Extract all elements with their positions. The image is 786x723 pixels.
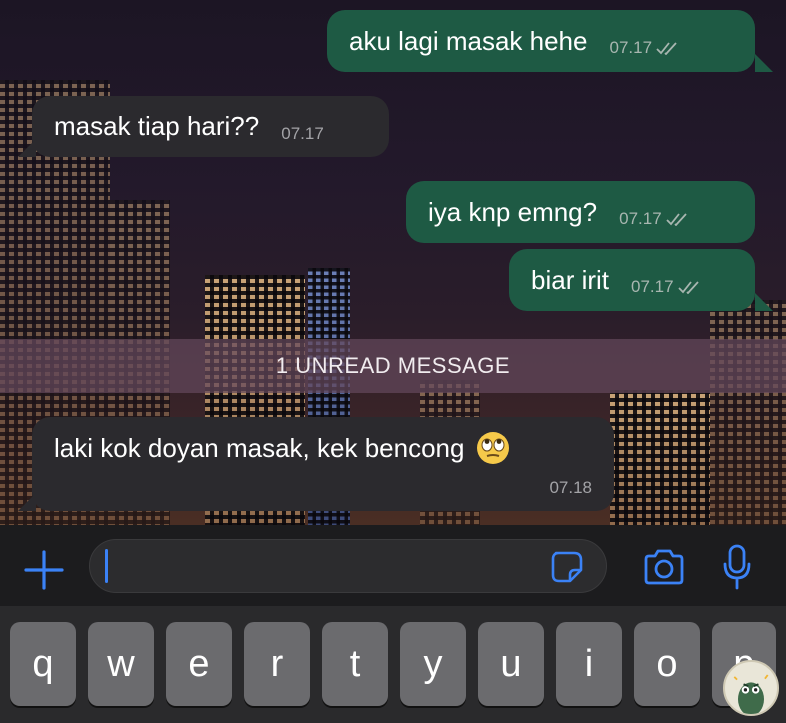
avatar[interactable] bbox=[723, 660, 779, 716]
rolling-eyes-emoji-icon bbox=[477, 432, 510, 464]
key-o[interactable]: o bbox=[634, 622, 700, 706]
key-label: e bbox=[188, 642, 210, 685]
key-q[interactable]: q bbox=[10, 622, 76, 706]
building bbox=[610, 390, 710, 525]
key-label: q bbox=[32, 642, 54, 685]
message-time: 07.17 bbox=[631, 277, 674, 296]
key-label: t bbox=[349, 642, 361, 685]
message-text: laki kok doyan masak, kek bencong bbox=[54, 432, 465, 463]
message-text: aku lagi masak hehe bbox=[349, 25, 588, 56]
camera-icon[interactable] bbox=[642, 547, 686, 587]
message-input[interactable] bbox=[89, 539, 607, 593]
key-label: i bbox=[584, 642, 594, 685]
message-text: iya knp emng? bbox=[428, 196, 598, 227]
message-time: 07.17 bbox=[609, 38, 653, 57]
key-r[interactable]: r bbox=[244, 622, 310, 706]
key-w[interactable]: w bbox=[88, 622, 154, 706]
message-bubble-incoming[interactable]: masak tiap hari?? 07.17 bbox=[32, 96, 389, 157]
key-label: r bbox=[270, 642, 284, 685]
message-bubble-incoming[interactable]: laki kok doyan masak, kek bencong 07.18 bbox=[32, 417, 614, 511]
message-time: 07.17 bbox=[619, 209, 662, 228]
key-t[interactable]: t bbox=[322, 622, 388, 706]
message-time: 07.17 bbox=[281, 123, 324, 143]
key-y[interactable]: y bbox=[400, 622, 466, 706]
key-label: y bbox=[423, 642, 443, 685]
message-text: masak tiap hari?? bbox=[54, 111, 260, 141]
message-meta: 07.17 bbox=[619, 209, 692, 229]
message-bubble-outgoing[interactable]: biar irit 07.17 bbox=[509, 249, 755, 311]
text-caret bbox=[105, 549, 108, 583]
key-e[interactable]: e bbox=[166, 622, 232, 706]
message-bubble-outgoing[interactable]: aku lagi masak hehe 07.17 bbox=[327, 10, 755, 72]
key-label: o bbox=[656, 642, 678, 685]
read-checkmarks-icon bbox=[656, 42, 677, 55]
message-meta: 07.17 bbox=[631, 277, 704, 297]
building bbox=[710, 300, 786, 525]
message-text: biar irit bbox=[531, 264, 610, 295]
message-time: 07.18 bbox=[549, 478, 592, 497]
message-meta: 07.17 bbox=[609, 38, 682, 58]
read-checkmarks-icon bbox=[666, 213, 687, 226]
key-label: u bbox=[500, 642, 522, 685]
avatar-character-icon bbox=[733, 674, 769, 714]
key-u[interactable]: u bbox=[478, 622, 544, 706]
read-checkmarks-icon bbox=[677, 281, 699, 294]
message-bubble-outgoing[interactable]: iya knp emng? 07.17 bbox=[406, 181, 755, 243]
unread-messages-banner: 1 UNREAD MESSAGE bbox=[0, 339, 786, 393]
plus-icon[interactable] bbox=[22, 548, 66, 592]
sticker-icon[interactable] bbox=[550, 550, 584, 584]
key-label: w bbox=[107, 642, 135, 685]
key-i[interactable]: i bbox=[556, 622, 622, 706]
microphone-icon[interactable] bbox=[722, 544, 752, 590]
